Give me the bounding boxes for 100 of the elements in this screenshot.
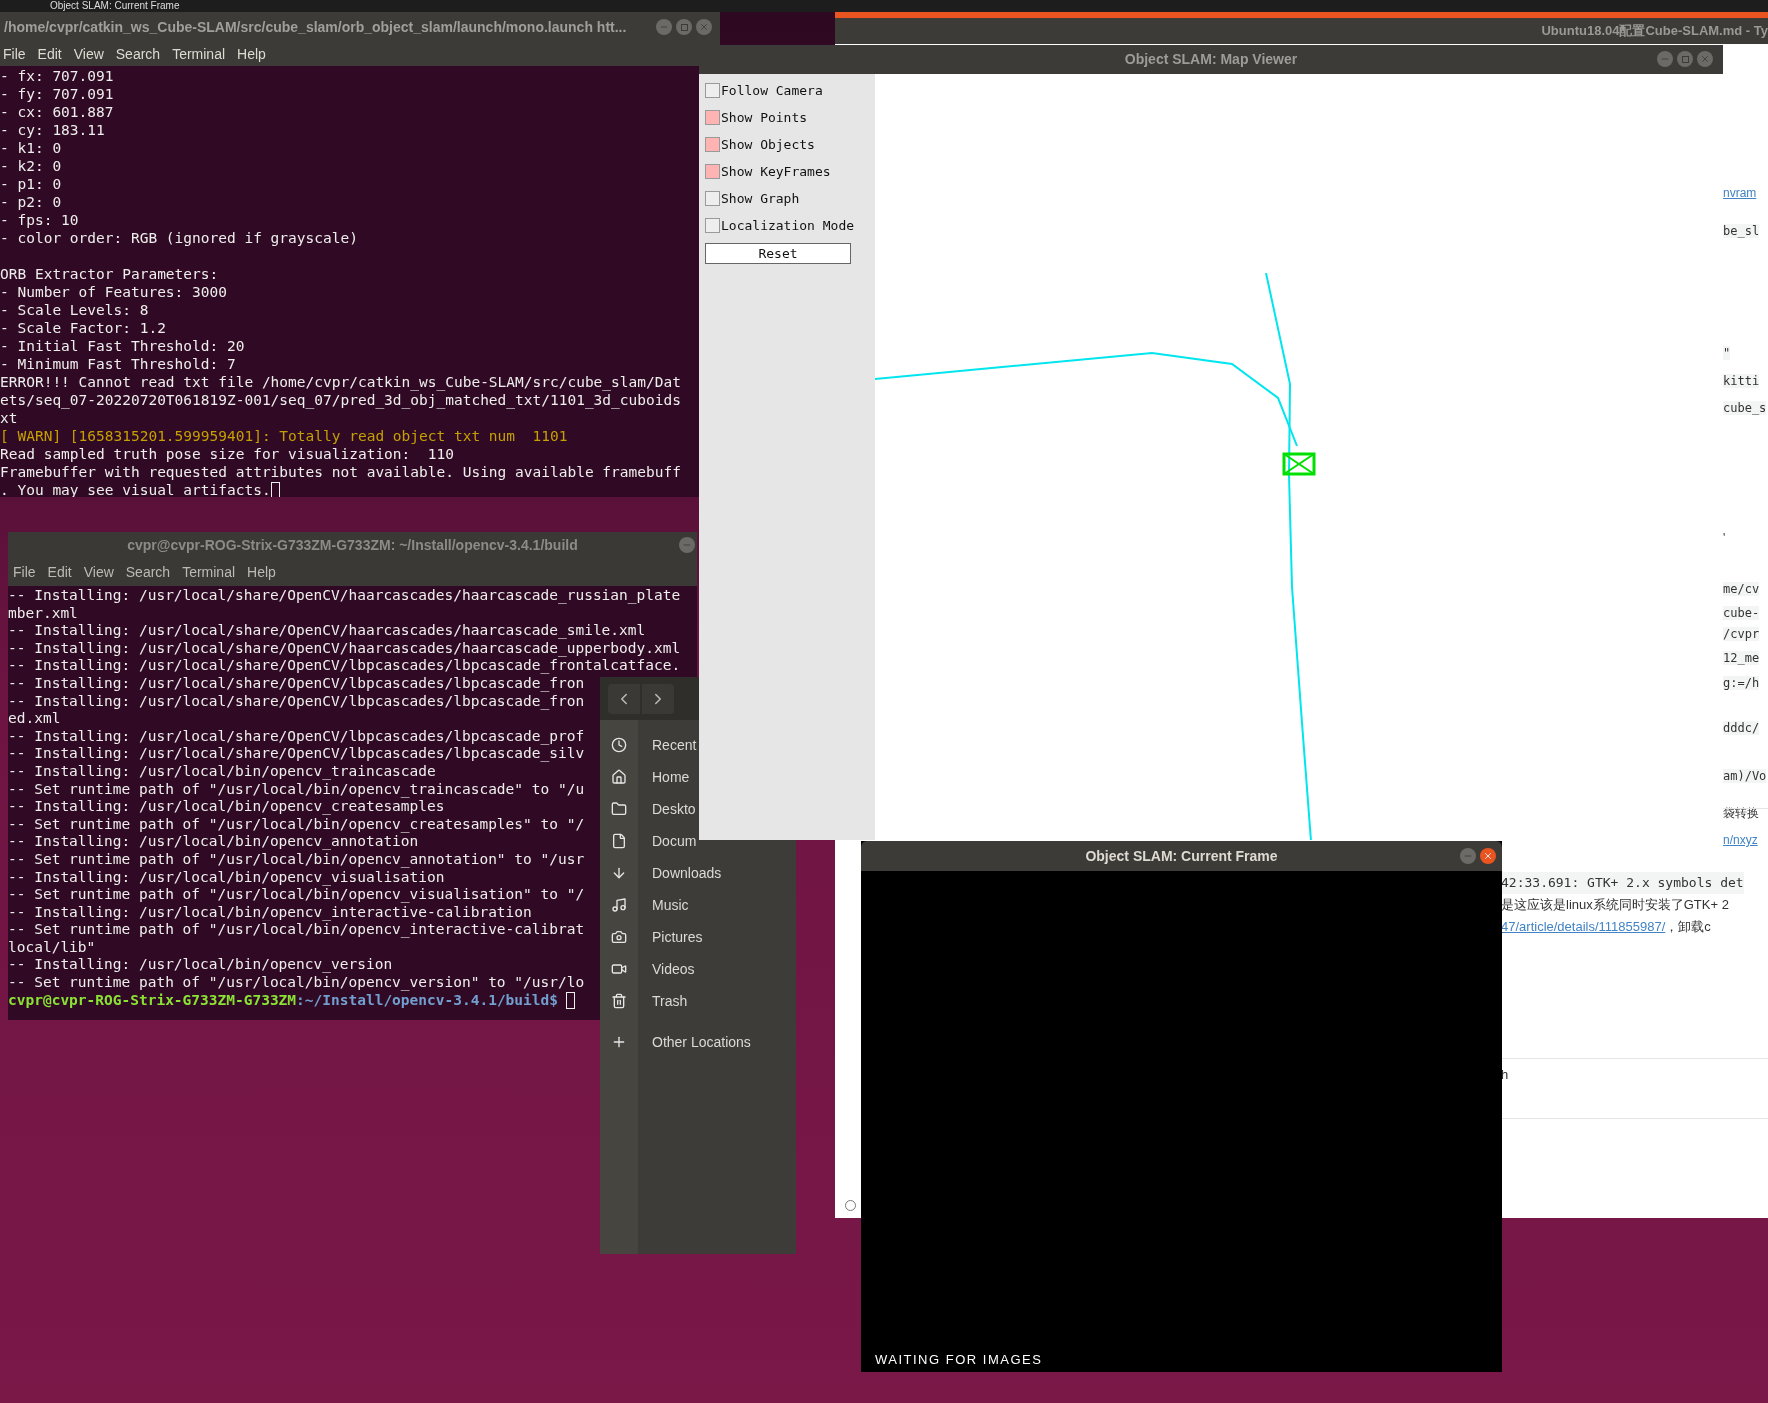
menu-item[interactable]: Edit bbox=[47, 561, 72, 583]
menu-item[interactable]: View bbox=[83, 561, 114, 583]
menu-item[interactable]: Search bbox=[125, 561, 171, 583]
sidebar-item[interactable]: Docum bbox=[652, 830, 697, 852]
sidebar-item[interactable]: Home bbox=[652, 766, 690, 788]
terminal-line: -- Installing: /usr/local/share/OpenCV/lbpcascades/lbpcascade_prof bbox=[8, 727, 585, 744]
terminal-line: -- Installing: /usr/local/share/OpenCV/lbpcascades/lbpcascade_fron bbox=[8, 692, 585, 709]
window-title: cvpr@cvpr-ROG-Strix-G733ZM-G733ZM: ~/Install/opencv-3.4.1/build bbox=[127, 535, 578, 555]
code-text: me/cv bbox=[1723, 582, 1760, 596]
code-text: 12_me bbox=[1723, 651, 1760, 665]
status-text: WAITING FOR IMAGES bbox=[875, 1350, 1043, 1369]
terminal-line: - Number of Features: 3000 bbox=[0, 283, 227, 301]
menu-item[interactable]: File bbox=[13, 561, 36, 583]
menu-item[interactable]: Terminal bbox=[172, 43, 226, 65]
text: ，卸载c bbox=[1665, 918, 1711, 936]
link[interactable]: nvram bbox=[1723, 186, 1757, 200]
terminal-line: -- Set runtime path of "/usr/local/bin/opencv_version" to "/usr/lo bbox=[8, 974, 585, 991]
terminal-line: - p2: 0 bbox=[0, 193, 62, 211]
terminal-line: - cy: 183.11 bbox=[0, 121, 105, 139]
terminal-line: -- Installing: /usr/local/share/OpenCV/haarcascades/haarcascade_smile.xml bbox=[8, 622, 646, 639]
warning-line: [ WARN] [1658315201.599959401]: Totally read object txt num 1101 bbox=[0, 427, 568, 445]
trash-icon bbox=[611, 993, 627, 1009]
checkbox-label: Show Graph bbox=[721, 189, 800, 208]
sidebar-item[interactable]: Pictures bbox=[652, 926, 703, 948]
reset-button[interactable]: Reset bbox=[705, 243, 851, 264]
terminal-line: ets/seq_07-20220720T061819Z-001/seq_07/pred_3d_obj_matched_txt/1101_3d_cuboids bbox=[0, 391, 681, 409]
sidebar-item[interactable]: Music bbox=[652, 894, 689, 916]
terminal-line: -- Installing: /usr/local/share/OpenCV/lbpcascades/lbpcascade_frontalcatface. bbox=[8, 657, 681, 674]
sidebar-item[interactable]: Deskto bbox=[652, 798, 696, 820]
window-title: Object SLAM: Map Viewer bbox=[1124, 50, 1298, 69]
back-button[interactable] bbox=[608, 683, 640, 714]
maximize-button[interactable] bbox=[676, 19, 692, 35]
code-text: g:=/h bbox=[1723, 676, 1760, 690]
terminal-line: - cx: 601.887 bbox=[0, 103, 114, 121]
music-icon bbox=[611, 897, 627, 913]
menu-item[interactable]: Search bbox=[115, 43, 161, 65]
terminal-line: - k1: 0 bbox=[0, 139, 62, 157]
code-text: be_sl bbox=[1723, 224, 1760, 238]
menu-item[interactable]: Help bbox=[247, 561, 276, 583]
terminal-line: -- Installing: /usr/local/share/OpenCV/lbpcascades/lbpcascade_silv bbox=[8, 745, 585, 762]
terminal-line: -- Installing: /usr/local/share/OpenCV/lbpcascades/lbpcascade_fron bbox=[8, 674, 585, 691]
text: ' bbox=[1723, 531, 1726, 545]
checkbox[interactable] bbox=[705, 83, 720, 98]
menu-item[interactable]: View bbox=[73, 43, 104, 65]
code-text: 42:33.691: GTK+ 2.x symbols det bbox=[1501, 872, 1744, 894]
sidebar-item[interactable]: Downloads bbox=[652, 862, 722, 884]
close-button[interactable] bbox=[1480, 848, 1496, 864]
prompt-user: cvpr@cvpr-ROG-Strix-G733ZM-G733ZM bbox=[8, 991, 297, 1010]
terminal-line: -- Installing: /usr/local/bin/opencv_version bbox=[8, 956, 393, 973]
panel-title: Object SLAM: Current Frame bbox=[50, 0, 180, 12]
code-text: /cvpr bbox=[1723, 627, 1760, 641]
maximize-button[interactable] bbox=[1677, 51, 1693, 67]
menu-item[interactable]: Terminal bbox=[182, 561, 236, 583]
plus-icon bbox=[611, 1034, 627, 1050]
text: h bbox=[1501, 1067, 1509, 1082]
sidebar-item[interactable]: Other Locations bbox=[652, 1031, 751, 1053]
checkbox[interactable] bbox=[705, 110, 720, 125]
terminal-line: -- Set runtime path of "/usr/local/bin/opencv_annotation" to "/usr bbox=[8, 850, 585, 867]
checkbox[interactable] bbox=[705, 191, 720, 206]
code-text: dddc/ bbox=[1723, 721, 1760, 735]
sidebar-item[interactable]: Trash bbox=[652, 990, 688, 1012]
link[interactable]: 47/article/details/111855987/ bbox=[1501, 916, 1666, 938]
forward-button[interactable] bbox=[642, 683, 674, 714]
terminal-line: -- Set runtime path of "/usr/local/bin/opencv_visualisation" to "/ bbox=[8, 886, 585, 903]
menu-item[interactable]: Help bbox=[237, 43, 266, 65]
menu-item[interactable]: File bbox=[3, 43, 26, 65]
minimize-button[interactable] bbox=[679, 537, 695, 553]
terminal-line: -- Installing: /usr/local/bin/opencv_createsamples bbox=[8, 798, 445, 815]
code-text: " bbox=[1723, 346, 1731, 360]
checkbox[interactable] bbox=[705, 218, 720, 233]
window-title: /home/cvpr/catkin_ws_Cube-SLAM/src/cube_slam/orb_object_slam/launch/mono.launch htt... bbox=[4, 17, 627, 37]
link[interactable]: n/nxyz bbox=[1723, 833, 1758, 847]
terminal-line: local/lib" bbox=[8, 938, 96, 955]
terminal-line: -- Installing: /usr/local/bin/opencv_visualisation bbox=[8, 868, 445, 885]
checkbox[interactable] bbox=[705, 137, 720, 152]
minimize-button[interactable] bbox=[1657, 51, 1673, 67]
text: 是这应该是linux系统同时安装了GTK+ 2 bbox=[1501, 896, 1729, 914]
close-icon bbox=[1700, 54, 1710, 64]
terminal-line: ed.xml bbox=[8, 710, 61, 727]
terminal-line: -- Installing: /usr/local/share/OpenCV/haarcascades/haarcascade_russian_plate bbox=[8, 587, 681, 603]
maximize-icon bbox=[680, 23, 688, 31]
download-icon bbox=[611, 865, 627, 881]
close-icon bbox=[699, 22, 709, 32]
terminal-line: -- Installing: /usr/local/bin/opencv_interactive-calibration bbox=[8, 903, 532, 920]
terminal-line: -- Installing: /usr/local/bin/opencv_traincascade bbox=[8, 762, 436, 779]
video-icon bbox=[611, 961, 627, 977]
terminal-line: - fx: 707.091 bbox=[0, 67, 114, 85]
menu-item[interactable]: Edit bbox=[37, 43, 62, 65]
checkbox[interactable] bbox=[705, 164, 720, 179]
sidebar-item[interactable]: Recent bbox=[652, 734, 697, 756]
window-title: Object SLAM: Current Frame bbox=[1085, 846, 1278, 866]
prompt-path: :~/Install/opencv-3.4.1/build$ bbox=[296, 991, 558, 1010]
code-text: am)/Vo bbox=[1723, 769, 1767, 783]
terminal-line: -- Installing: /usr/local/bin/opencv_annotation bbox=[8, 833, 419, 850]
sidebar-item[interactable]: Videos bbox=[652, 958, 695, 980]
checkbox-label: Localization Mode bbox=[721, 216, 855, 235]
code-text: cube- bbox=[1723, 606, 1760, 620]
minimize-button[interactable] bbox=[656, 19, 672, 35]
terminal-line: -- Set runtime path of "/usr/local/bin/opencv_createsamples" to "/ bbox=[8, 815, 585, 832]
checkbox-label: Follow Camera bbox=[721, 81, 823, 100]
